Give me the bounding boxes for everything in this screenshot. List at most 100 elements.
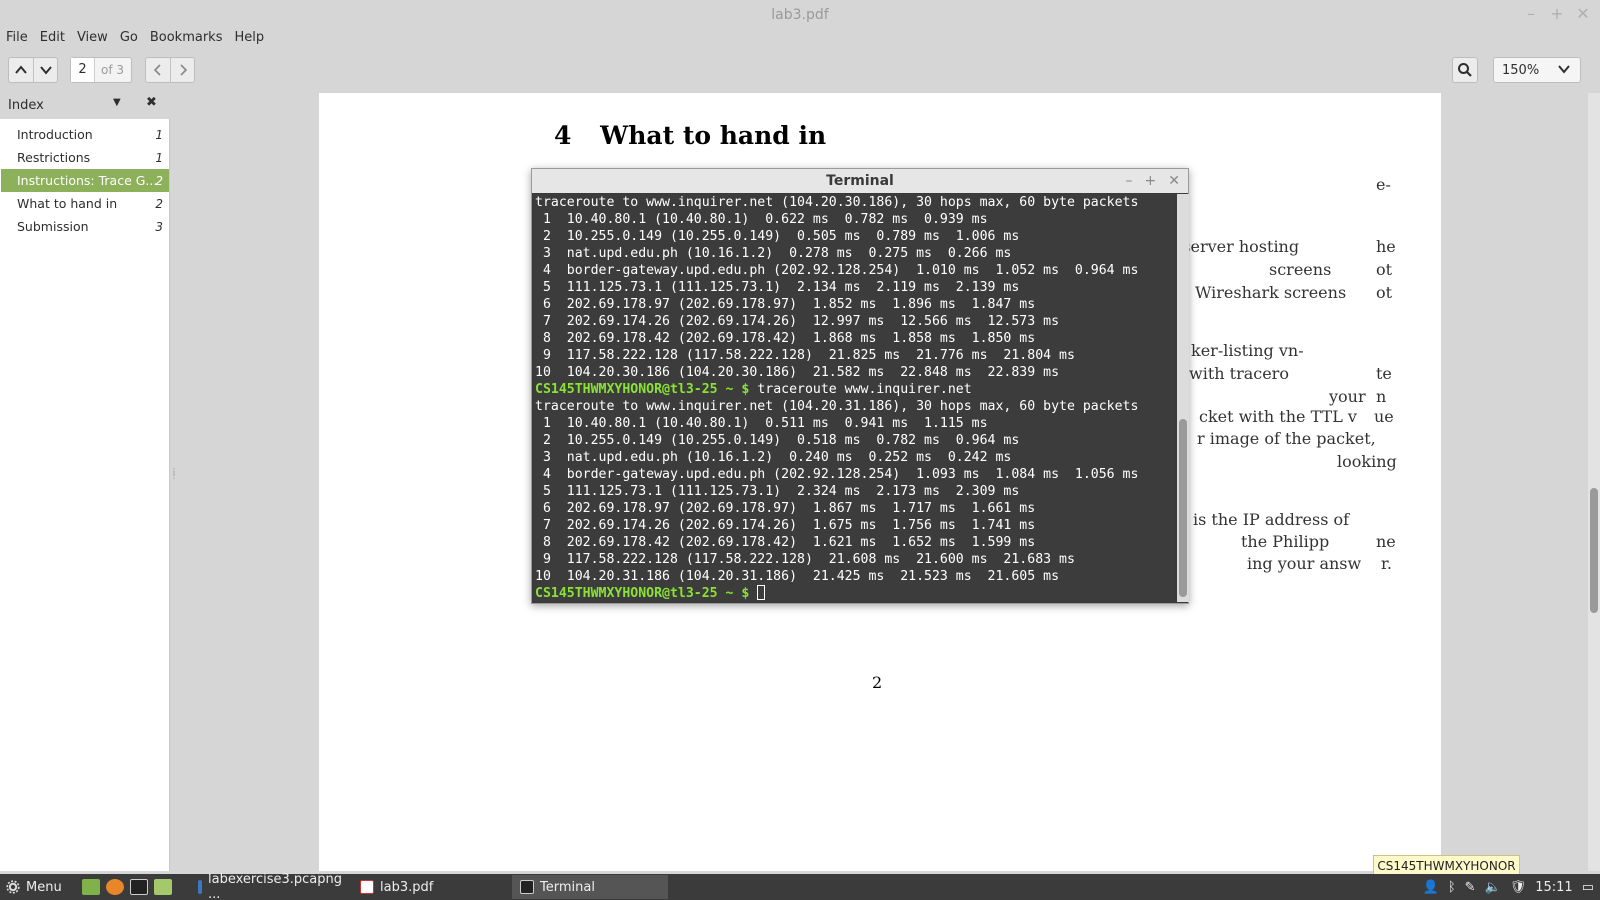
- menu-help[interactable]: Help: [228, 28, 270, 50]
- maximize-button[interactable]: +: [1548, 4, 1566, 24]
- user-icon[interactable]: 👤: [1423, 880, 1439, 895]
- index-list: Introduction 1 Restrictions 1 Instructio…: [1, 123, 169, 238]
- terminal-title: Terminal: [826, 173, 894, 189]
- page-nav-group: [8, 57, 58, 83]
- text-fragment: screens: [1269, 260, 1332, 279]
- terminal-minimize-button[interactable]: –: [1126, 169, 1133, 193]
- bluetooth-icon[interactable]: ᛒ: [1448, 880, 1456, 895]
- terminal-maximize-button[interactable]: +: [1145, 169, 1157, 193]
- taskbar-window-wireshark[interactable]: labexercise3.pcapng ...: [190, 872, 342, 900]
- chevron-left-icon: [153, 64, 161, 76]
- page-number-input[interactable]: 2: [71, 58, 95, 82]
- terminal-cursor: [757, 585, 766, 600]
- close-button[interactable]: ✕: [1574, 4, 1592, 24]
- text-fragment: ue: [1374, 407, 1394, 426]
- history-back-button[interactable]: [146, 58, 170, 82]
- terminal-command-line: CS145THWMXYHONOR@tl3-25 ~ $: [535, 585, 1175, 602]
- section-heading: 4 What to hand in: [554, 121, 826, 150]
- terminal-output-line: 10 104.20.31.186 (104.20.31.186) 21.425 …: [535, 569, 1060, 584]
- text-fragment: r.: [1381, 554, 1392, 573]
- firefox-icon[interactable]: [106, 879, 124, 895]
- pdf-icon: [360, 880, 374, 894]
- index-item-instructions[interactable]: Instructions: Trace G... 2: [1, 169, 169, 192]
- terminal-output-line: 4 border-gateway.upd.edu.ph (202.92.128.…: [535, 263, 1139, 278]
- sidebar-dropdown-icon[interactable]: ▼: [113, 97, 121, 108]
- chevron-up-icon: [15, 65, 27, 74]
- window-titlebar: lab3.pdf – + ✕: [0, 0, 1600, 30]
- text-fragment: cket with the TTL v: [1199, 407, 1357, 426]
- clock[interactable]: 15:11: [1535, 880, 1572, 895]
- menubar: File Edit View Go Bookmarks Help: [0, 28, 270, 50]
- terminal-output-line: 8 202.69.178.42 (202.69.178.42) 1.868 ms…: [535, 331, 1036, 346]
- chevron-down-icon: [39, 66, 52, 75]
- index-item-restrictions[interactable]: Restrictions 1: [1, 146, 169, 169]
- history-forward-button[interactable]: [170, 58, 194, 82]
- search-icon: [1458, 63, 1472, 77]
- chevron-down-icon: [1557, 62, 1571, 80]
- index-item-introduction[interactable]: Introduction 1: [1, 123, 169, 146]
- files-icon[interactable]: [154, 879, 172, 895]
- search-button[interactable]: [1452, 57, 1478, 83]
- gear-icon: [6, 880, 20, 894]
- start-menu-button[interactable]: Menu: [0, 880, 76, 895]
- menu-go[interactable]: Go: [114, 28, 144, 50]
- terminal-scrollbar[interactable]: [1177, 194, 1189, 602]
- terminal-scrollbar-thumb[interactable]: [1179, 419, 1187, 597]
- menu-bookmarks[interactable]: Bookmarks: [144, 28, 229, 50]
- menu-file[interactable]: File: [0, 28, 34, 50]
- terminal-output-line: 3 nat.upd.edu.ph (10.16.1.2) 0.278 ms 0.…: [535, 246, 1012, 261]
- terminal-launcher-icon[interactable]: [130, 879, 148, 895]
- system-tray: 👤 ᛒ ✎ 🔈 🛡 15:11 ▭: [1423, 874, 1594, 900]
- terminal-window[interactable]: Terminal – + ✕ traceroute to www.inquire…: [531, 168, 1189, 604]
- terminal-output-line: 6 202.69.178.97 (202.69.178.97) 1.852 ms…: [535, 297, 1036, 312]
- document-scrollbar-thumb[interactable]: [1590, 488, 1598, 613]
- terminal-titlebar[interactable]: Terminal – + ✕: [532, 169, 1188, 193]
- index-item-label: Introduction: [17, 127, 93, 142]
- index-item-what-to-hand-in[interactable]: What to hand in 2: [1, 192, 169, 215]
- terminal-close-button[interactable]: ✕: [1168, 169, 1180, 193]
- chevron-right-icon: [179, 64, 187, 76]
- terminal-output-line: 8 202.69.178.42 (202.69.178.42) 1.621 ms…: [535, 535, 1036, 550]
- page-number-footer: 2: [872, 673, 883, 692]
- history-nav-group: [145, 57, 195, 83]
- text-fragment: ing your answ: [1247, 554, 1362, 573]
- terminal-output-line: traceroute to www.inquirer.net (104.20.3…: [535, 399, 1139, 414]
- wireshark-icon: [198, 880, 202, 894]
- menu-view[interactable]: View: [71, 28, 114, 50]
- sidebar-splitter-handle[interactable]: ⋮ ⋮: [170, 468, 178, 496]
- index-item-page: 1: [155, 150, 163, 165]
- sidebar-close-icon[interactable]: ✖: [146, 95, 157, 110]
- text-fragment: ot: [1376, 283, 1393, 302]
- index-item-label: What to hand in: [17, 196, 118, 211]
- terminal-output[interactable]: traceroute to www.inquirer.net (104.20.3…: [535, 194, 1175, 602]
- terminal-output-line: 5 111.125.73.1 (111.125.73.1) 2.134 ms 2…: [535, 280, 1020, 295]
- terminal-output-line: 7 202.69.174.26 (202.69.174.26) 12.997 m…: [535, 314, 1060, 329]
- volume-icon[interactable]: 🔈: [1485, 880, 1501, 895]
- terminal-output-line: 1 10.40.80.1 (10.40.80.1) 0.511 ms 0.941…: [535, 416, 988, 431]
- show-desktop-icon[interactable]: [82, 879, 100, 895]
- taskbar-window-pdf[interactable]: lab3.pdf: [352, 875, 504, 899]
- previous-page-button[interactable]: [9, 58, 33, 82]
- minimize-button[interactable]: –: [1522, 4, 1540, 24]
- zoom-select[interactable]: 150%: [1493, 57, 1581, 83]
- terminal-output-line: 10 104.20.30.186 (104.20.30.186) 21.582 …: [535, 365, 1060, 380]
- window-title: lab3.pdf: [771, 7, 829, 23]
- shield-icon[interactable]: 🛡: [1510, 880, 1527, 895]
- text-fragment: is the IP address of: [1193, 510, 1350, 529]
- text-fragment: ne: [1376, 532, 1396, 551]
- document-scrollbar[interactable]: [1588, 93, 1600, 871]
- notifications-icon[interactable]: ▭: [1582, 880, 1594, 895]
- sidebar-header: Index ▼ ✖: [0, 91, 170, 119]
- terminal-output-line: 1 10.40.80.1 (10.40.80.1) 0.622 ms 0.782…: [535, 212, 988, 227]
- section-number: 4: [554, 121, 572, 150]
- index-item-page: 2: [155, 173, 163, 188]
- next-page-button[interactable]: [33, 58, 57, 82]
- menu-edit[interactable]: Edit: [34, 28, 71, 50]
- terminal-command-text: traceroute www.inquirer.net: [749, 382, 972, 397]
- taskbar-window-terminal[interactable]: Terminal: [512, 875, 668, 899]
- index-item-label: Instructions: Trace G...: [17, 173, 158, 188]
- network-icon[interactable]: ✎: [1465, 880, 1476, 895]
- terminal-output-line: 7 202.69.174.26 (202.69.174.26) 1.675 ms…: [535, 518, 1036, 533]
- index-item-submission[interactable]: Submission 3: [1, 215, 169, 238]
- toolbar: 2 of 3 150%: [0, 54, 1600, 90]
